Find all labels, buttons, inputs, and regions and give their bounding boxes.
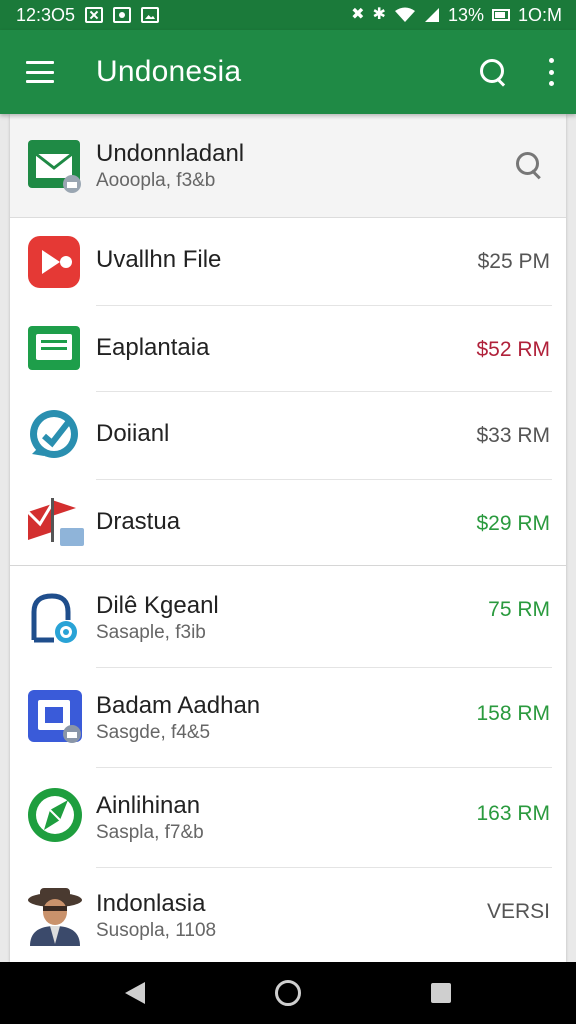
item-list: Undonnladanl Aooopla, f3&b Uvallhn File … [10,114,566,962]
video-play-icon [26,234,82,290]
list-search-icon[interactable] [512,148,546,182]
compass-icon [26,786,82,842]
mail-inbox-icon [26,138,82,194]
mute-icon: ✖ [351,6,365,23]
back-icon[interactable] [125,982,145,1004]
item-amount: VERSI [486,900,550,923]
list-item[interactable]: Indonlasia Susopla, 1108 VERSI [10,868,566,962]
item-title: Uvallhn File [96,246,222,273]
item-subtitle: Susopla, 1108 [96,920,217,941]
avatar-hat-icon [26,884,82,946]
item-title: Dilê Kgeanl [96,592,219,619]
item-amount: $29 RM [476,512,550,535]
header-row[interactable]: Undonnladanl Aooopla, f3&b [10,114,566,218]
checkmark-chat-icon [26,406,82,462]
signal-icon [424,8,439,22]
notification-record-icon [113,7,132,23]
status-time: 12:3O5 [16,4,76,25]
item-amount: 75 RM [488,598,550,621]
system-nav-bar [0,962,576,1024]
item-title: Doiianl [96,420,170,447]
item-title: Drastua [96,508,181,535]
chat-message-icon [26,320,82,376]
item-title: Ainlihinan [96,792,201,819]
app-bar: Undonesia [0,30,576,114]
home-icon[interactable] [275,980,301,1006]
status-clock: 1O:M [517,4,562,25]
flag-envelope-icon [26,492,84,548]
list-item[interactable]: Drastua $29 RM [10,480,566,566]
item-title: Indonlasia [96,890,206,917]
item-subtitle: Sasaple, f3ib [96,622,206,643]
menu-icon[interactable] [26,61,54,83]
more-options-icon[interactable] [546,58,556,86]
item-subtitle: Saspla, f7&b [96,822,204,843]
item-amount: $52 RM [476,338,550,361]
item-title: Eaplantaia [96,334,210,361]
item-amount: $25 PM [477,250,550,273]
status-bar: 12:3O5 ✖ ✱ 13% 1O:M [0,0,576,30]
item-title: Badam Aadhan [96,692,261,719]
photo-frame-icon [26,688,82,744]
search-icon[interactable] [478,57,508,87]
list-item[interactable]: Doiianl $33 RM [10,392,566,480]
header-subtitle: Aooopla, f3&b [96,170,216,191]
list-item[interactable]: Ainlihinan Saspla, f7&b 163 RM [10,768,566,868]
list-item[interactable]: Dilê Kgeanl Sasaple, f3ib 75 RM [10,566,566,668]
notification-x-icon [85,7,104,23]
header-title: Undonnladanl [96,140,245,167]
list-item[interactable]: Badam Aadhan Sasgde, f4&5 158 RM [10,668,566,768]
recent-apps-icon[interactable] [431,983,451,1003]
lock-badge-icon [26,590,82,646]
notification-image-icon [141,7,160,23]
item-subtitle: Sasgde, f4&5 [96,722,211,743]
battery-icon [491,9,510,21]
item-amount: 158 RM [476,702,550,725]
item-amount: 163 RM [476,802,550,825]
list-item[interactable]: Uvallhn File $25 PM [10,218,566,306]
bluetooth-icon: ✱ [372,6,386,23]
item-amount: $33 RM [476,424,550,447]
wifi-icon [394,7,415,22]
page-title: Undonesia [96,55,242,88]
list-item[interactable]: Eaplantaia $52 RM [10,306,566,392]
battery-percent: 13% [447,4,484,25]
